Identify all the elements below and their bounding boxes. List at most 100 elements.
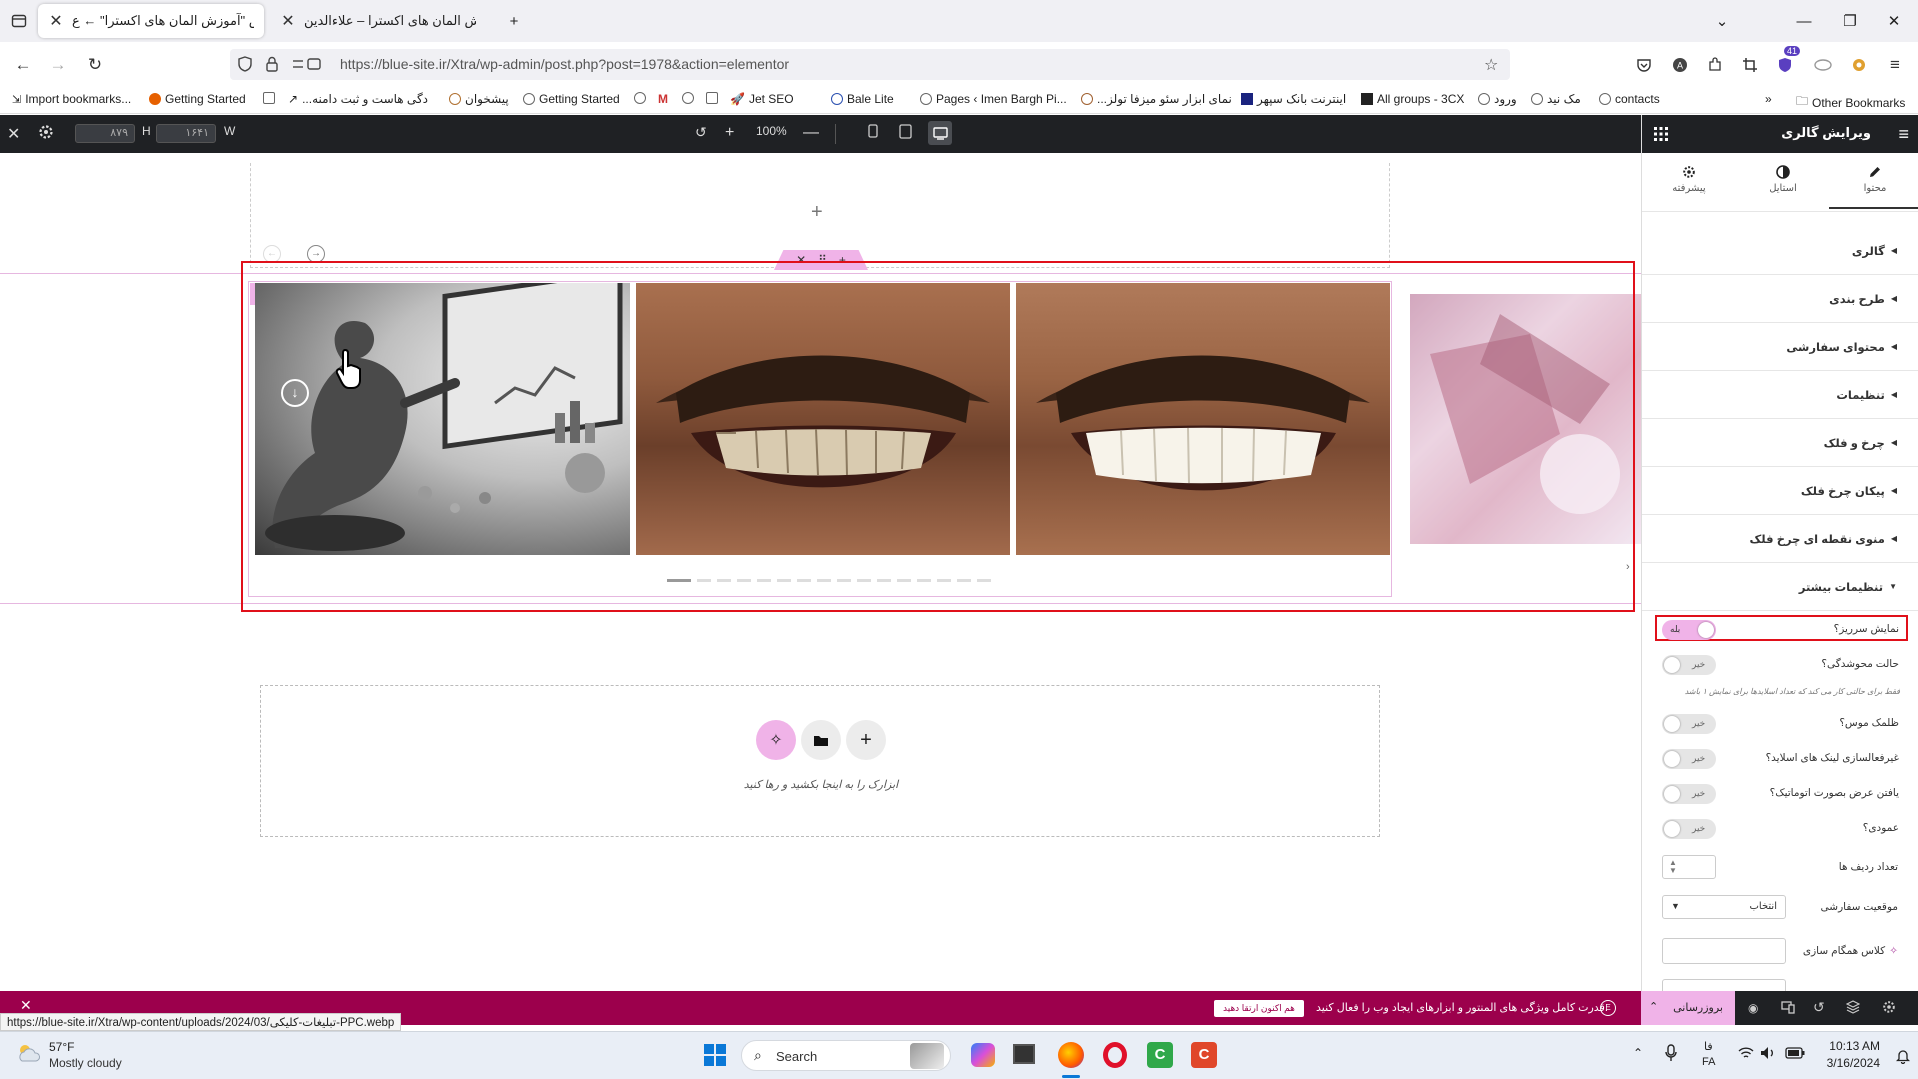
- section-settings[interactable]: تنظیمات ◀: [1642, 371, 1918, 419]
- bookmark-item[interactable]: All groups - 3CX: [1361, 92, 1464, 106]
- bookmark-item[interactable]: اینترنت بانک سپهر: [1241, 92, 1346, 106]
- battery-icon[interactable]: [1785, 1047, 1805, 1059]
- preview-eye-icon[interactable]: ◉: [1748, 1001, 1758, 1015]
- close-editor-icon[interactable]: ✕: [7, 124, 20, 144]
- bookmark-item[interactable]: ...نمای ابزار سئو میزفا تولز: [1081, 92, 1232, 106]
- shield-icon[interactable]: [238, 56, 252, 72]
- account-icon[interactable]: A: [1667, 52, 1693, 78]
- bookmark-item[interactable]: 🚀 Jet SEO: [730, 92, 794, 106]
- section-carousel-dots[interactable]: منوی نقطه ای چرخ فلک ◀: [1642, 515, 1918, 563]
- bookmark-item[interactable]: [682, 92, 694, 104]
- bookmark-item[interactable]: ↗ ...دگی هاست و ثبت دامنه: [288, 92, 428, 106]
- section-custom-content[interactable]: محتوای سفارشی ◀: [1642, 323, 1918, 371]
- tab-list-icon[interactable]: [6, 8, 32, 34]
- bookmarks-overflow-icon[interactable]: »: [1765, 92, 1772, 106]
- extensions-icon[interactable]: [1702, 52, 1728, 78]
- crop-icon[interactable]: [1737, 52, 1763, 78]
- folder-icon[interactable]: [801, 720, 841, 760]
- toggle-switch[interactable]: خیر: [1662, 655, 1716, 675]
- zoom-out-icon[interactable]: —: [803, 124, 819, 142]
- close-notice-icon[interactable]: ✕: [20, 997, 32, 1014]
- tab-content[interactable]: محتوا: [1840, 165, 1910, 194]
- ai-sparkle-icon[interactable]: ✧: [756, 720, 796, 760]
- close-tab-icon[interactable]: ✕: [280, 11, 296, 31]
- toggle-switch[interactable]: خیر: [1662, 749, 1716, 769]
- other-bookmarks[interactable]: 🗀 Other Bookmarks: [1796, 92, 1905, 113]
- vpn-icon[interactable]: [1810, 52, 1836, 78]
- lang-indicator-bottom[interactable]: FA: [1702, 1056, 1715, 1068]
- shield-extension-icon[interactable]: 41: [1772, 46, 1801, 78]
- bookmark-item[interactable]: [634, 92, 646, 104]
- navigator-layers-icon[interactable]: [1846, 1000, 1860, 1014]
- chevron-up-icon[interactable]: ⌃: [1649, 1000, 1658, 1013]
- settings-icon[interactable]: [1882, 1000, 1896, 1014]
- ai-sparkle-icon[interactable]: ✧: [1889, 945, 1898, 957]
- bookmark-item[interactable]: [263, 92, 275, 104]
- restore-icon[interactable]: ❐: [1838, 10, 1862, 32]
- wifi-icon[interactable]: [1738, 1046, 1754, 1060]
- bookmark-star-icon[interactable]: ☆: [1484, 55, 1498, 75]
- section-carousel-arrows[interactable]: پیکان چرخ فلک ◀: [1642, 467, 1918, 515]
- notification-bell-icon[interactable]: [1896, 1048, 1910, 1064]
- bookmark-item[interactable]: پیشخوان: [449, 92, 509, 106]
- tablet-view-icon[interactable]: [899, 124, 912, 139]
- bookmark-item[interactable]: Pages ‹ Imen Bargh Pi...: [920, 92, 1067, 106]
- mobile-view-icon[interactable]: [868, 124, 878, 138]
- toggle-switch[interactable]: خیر: [1662, 714, 1716, 734]
- desktop-view-icon[interactable]: [928, 121, 952, 145]
- start-windows-icon[interactable]: [704, 1044, 726, 1066]
- close-tab-icon[interactable]: ✕: [48, 11, 64, 31]
- clock-time[interactable]: 10:13 AM: [1822, 1039, 1880, 1053]
- add-icon[interactable]: +: [846, 720, 886, 760]
- weather-cloud-icon[interactable]: [16, 1042, 42, 1064]
- lang-indicator-top[interactable]: فا: [1704, 1040, 1713, 1053]
- reload-icon[interactable]: ↻: [82, 52, 108, 78]
- height-input[interactable]: ۸۷۹: [75, 124, 135, 143]
- copilot-icon[interactable]: [971, 1043, 995, 1067]
- minimize-icon[interactable]: —: [1792, 10, 1816, 32]
- clock-date[interactable]: 3/16/2024: [1816, 1056, 1880, 1070]
- tab-site[interactable]: ✕ آموزش المان های اکسترا – علاءالدین: [270, 4, 486, 38]
- close-window-icon[interactable]: ✕: [1882, 10, 1906, 32]
- tab-advanced[interactable]: پیشرفته: [1654, 165, 1724, 194]
- opera-icon[interactable]: [1103, 1042, 1127, 1068]
- responsive-icon[interactable]: [1781, 1000, 1795, 1014]
- bookmark-item[interactable]: ورود: [1478, 92, 1517, 106]
- bookmark-item[interactable]: Getting Started: [523, 92, 620, 106]
- section-gallery[interactable]: گالری ◀: [1642, 227, 1918, 275]
- camtasia-green-icon[interactable]: C: [1147, 1042, 1173, 1068]
- add-section-icon[interactable]: +: [811, 201, 823, 224]
- rows-number-input[interactable]: ▲ ▼: [1662, 855, 1716, 879]
- bookmark-item[interactable]: مک نید: [1531, 92, 1581, 106]
- widgets-grid-icon[interactable]: [1654, 127, 1668, 141]
- custom-position-select[interactable]: ▼ انتخاب: [1662, 895, 1786, 919]
- forward-icon[interactable]: →: [45, 52, 71, 78]
- microphone-icon[interactable]: [1665, 1044, 1677, 1062]
- tab-editor[interactable]: ✕ ویرایش "آموزش المان های اکسترا" ← ع: [38, 4, 264, 38]
- upgrade-button[interactable]: هم اکنون ارتقا دهید: [1214, 1000, 1304, 1017]
- volume-icon[interactable]: [1760, 1046, 1776, 1060]
- section-layout[interactable]: طرح بندی ◀: [1642, 275, 1918, 323]
- zoom-in-icon[interactable]: +: [725, 124, 734, 142]
- toggle-switch[interactable]: خیر: [1662, 819, 1716, 839]
- menu-icon[interactable]: ≡: [1882, 52, 1908, 78]
- bookmark-item[interactable]: ⇲ Import bookmarks...: [12, 92, 131, 106]
- new-tab-icon[interactable]: +: [502, 10, 526, 32]
- bookmark-item[interactable]: [706, 92, 718, 104]
- toggle-switch[interactable]: بله: [1662, 620, 1716, 640]
- chevron-down-icon[interactable]: ⌄: [1710, 10, 1734, 32]
- back-icon[interactable]: ←: [10, 52, 36, 78]
- history-icon[interactable]: ↺: [1813, 999, 1825, 1016]
- pocket-icon[interactable]: [1631, 52, 1657, 78]
- gear-extension-icon[interactable]: [1846, 52, 1872, 78]
- bookmark-item[interactable]: Getting Started: [149, 92, 246, 106]
- permissions-icon[interactable]: [292, 57, 322, 71]
- reset-icon[interactable]: ↺: [695, 124, 707, 141]
- bookmark-item[interactable]: Bale Lite: [831, 92, 894, 106]
- task-view-icon[interactable]: [1013, 1044, 1035, 1064]
- update-button[interactable]: ⌃ بروزرسانی: [1641, 991, 1735, 1025]
- settings-icon[interactable]: [38, 124, 54, 140]
- sync-class-input[interactable]: [1662, 938, 1786, 964]
- chevron-up-icon[interactable]: ⌃: [1633, 1046, 1643, 1060]
- taskbar-search[interactable]: ⌕ Search: [741, 1040, 951, 1071]
